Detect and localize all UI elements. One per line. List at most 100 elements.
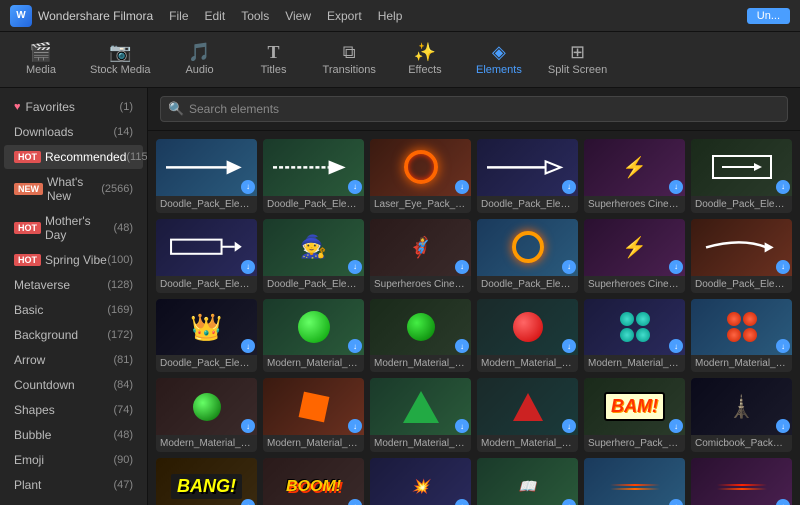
media-icon: 🎬 <box>30 43 52 61</box>
toolbar-split-screen[interactable]: ⊞ Split Screen <box>548 43 607 76</box>
grid-thumb: ↓ <box>691 458 792 505</box>
grid-item[interactable]: ↓ Modern_Material_Pack_... <box>477 299 578 373</box>
grid-thumb: ↓ <box>156 219 257 276</box>
sidebar-item-recommended[interactable]: HOT Recommended (115) <box>4 145 143 169</box>
grid-item[interactable]: BOOM! ↓ Superhero_Pack_Eleme... <box>263 458 364 505</box>
download-button[interactable]: ↓ <box>455 260 469 274</box>
download-button[interactable]: ↓ <box>348 180 362 194</box>
sidebar-item-emoji[interactable]: Emoji (90) <box>4 448 143 472</box>
grid-item[interactable]: ↓ Doodle_Pack_Element_1 <box>691 139 792 213</box>
toolbar-media[interactable]: 🎬 Media <box>16 43 66 76</box>
sidebar-item-downloads[interactable]: Downloads (14) <box>4 120 143 144</box>
countdown-label: Countdown <box>14 378 113 392</box>
grid-item[interactable]: 🗼 ↓ Comicbook_Pack_Eleme... <box>691 378 792 452</box>
download-button[interactable]: ↓ <box>348 260 362 274</box>
sidebar-item-background[interactable]: Background (172) <box>4 323 143 347</box>
download-button[interactable]: ↓ <box>669 180 683 194</box>
grid-item[interactable]: ⚡ ↓ Superheroes Cinematic ... <box>584 139 685 213</box>
grid-item[interactable]: ↓ Laser_Eye_Pack_Eleme... <box>370 139 471 213</box>
grid-thumb: ↓ <box>156 139 257 196</box>
grid-item[interactable]: ↓ Laser_Eye_Pack_Eleme... <box>584 458 685 505</box>
grid-item[interactable]: ⚡ ↓ Superheroes Cinematic ... <box>584 219 685 293</box>
grid-item[interactable]: ↓ Modern_Material_Pack_... <box>477 378 578 452</box>
grid-item[interactable]: ↓ Modern_Material_Pack_... <box>691 299 792 373</box>
sidebar-item-mothers-day[interactable]: HOT Mother's Day (48) <box>4 209 143 247</box>
download-button[interactable]: ↓ <box>241 180 255 194</box>
sidebar-item-plant[interactable]: Plant (47) <box>4 473 143 497</box>
grid-item[interactable]: ↓ Modern_Material_Pack_... <box>263 299 364 373</box>
grid-item[interactable]: 🦸 ↓ Superheroes Cinematic ... <box>370 219 471 293</box>
grid-item[interactable]: 🧙 ↓ Doodle_Pack_Element_6 <box>263 219 364 293</box>
sidebar-item-text[interactable]: Text (112) <box>4 498 143 505</box>
sidebar-item-metaverse[interactable]: Metaverse (128) <box>4 273 143 297</box>
download-button[interactable]: ↓ <box>562 260 576 274</box>
toolbar-titles[interactable]: T Titles <box>249 43 299 76</box>
bubble-count: (48) <box>113 429 133 441</box>
grid-item-label: Superheroes Cinematic ... <box>370 276 471 293</box>
menu-edit[interactable]: Edit <box>205 9 226 23</box>
mothers-day-label: Mother's Day <box>45 214 113 242</box>
sidebar-item-favorites[interactable]: ♥ Favorites (1) <box>4 95 143 119</box>
toolbar-audio[interactable]: 🎵 Audio <box>175 43 225 76</box>
menu-tools[interactable]: Tools <box>241 9 269 23</box>
downloads-label: Downloads <box>14 125 113 139</box>
grid-item[interactable]: BAM! ↓ Superhero_Pack_Eleme... <box>584 378 685 452</box>
grid-thumb: ↓ <box>691 219 792 276</box>
grid-item[interactable]: ↓ Doodle_Pack_Element_3 <box>477 139 578 213</box>
background-count: (172) <box>107 329 133 341</box>
toolbar-transitions[interactable]: ⧉ Transitions <box>323 43 376 76</box>
menu-help[interactable]: Help <box>378 9 403 23</box>
grid-item-label: Modern_Material_Pack_... <box>370 355 471 372</box>
thumb-element: BOOM! <box>263 458 364 505</box>
grid-item[interactable]: 👑 ↓ Doodle_Pack_Element_9 <box>156 299 257 373</box>
download-button[interactable]: ↓ <box>241 260 255 274</box>
grid-item[interactable]: ↓ Modern_Material_Pack_... <box>370 378 471 452</box>
download-button[interactable]: ↓ <box>669 260 683 274</box>
sidebar-item-countdown[interactable]: Countdown (84) <box>4 373 143 397</box>
thumb-element: 💥 <box>370 458 471 505</box>
sidebar-item-shapes[interactable]: Shapes (74) <box>4 398 143 422</box>
new-badge: NEW <box>14 183 43 195</box>
grid-item[interactable]: ↓ Modern_Material_Pack_... <box>370 299 471 373</box>
toolbar-effects[interactable]: ✨ Effects <box>400 43 450 76</box>
menu-file[interactable]: File <box>169 9 188 23</box>
grid-item[interactable]: BANG! ↓ Superhero_Pack_Eleme... <box>156 458 257 505</box>
whats-new-count: (2566) <box>101 183 133 195</box>
toolbar-elements[interactable]: ◈ Elements <box>474 43 524 76</box>
sidebar-item-basic[interactable]: Basic (169) <box>4 298 143 322</box>
grid-item[interactable]: ↓ Doodle_Pack_Element_4 <box>156 139 257 213</box>
audio-icon: 🎵 <box>188 43 210 61</box>
grid-item[interactable]: ↓ Modern_Material_Pack_... <box>156 378 257 452</box>
grid-item-label: Modern_Material_Pack_... <box>584 355 685 372</box>
grid-item[interactable]: ↓ Modern_Material_Pack_... <box>263 378 364 452</box>
download-button[interactable]: ↓ <box>776 180 790 194</box>
sidebar-item-bubble[interactable]: Bubble (48) <box>4 423 143 447</box>
grid-item-label: Modern_Material_Pack_... <box>691 355 792 372</box>
arrow-count: (81) <box>113 354 133 366</box>
download-button[interactable]: ↓ <box>562 180 576 194</box>
sidebar-item-arrow[interactable]: Arrow (81) <box>4 348 143 372</box>
grid-item[interactable]: ↓ Laser_Eye_Pack_Eleme... <box>691 458 792 505</box>
spring-vibe-badge: HOT <box>14 254 41 266</box>
toolbar-stock-media[interactable]: 📷 Stock Media <box>90 43 151 76</box>
emoji-label: Emoji <box>14 453 113 467</box>
grid-item[interactable]: ↓ Doodle_Pack_Element_5 <box>156 219 257 293</box>
grid-item[interactable]: ↓ Doodle_Pack_Element_8 <box>691 219 792 293</box>
grid-item[interactable]: ↓ Doodle_Pack_Element_2 <box>263 139 364 213</box>
menu-view[interactable]: View <box>285 9 311 23</box>
menu-export[interactable]: Export <box>327 9 362 23</box>
grid-item[interactable]: 💥 ↓ Comicbook_Pack_Eleme... <box>370 458 471 505</box>
grid-item-label: Superheroes Cinematic ... <box>584 276 685 293</box>
unregistered-button[interactable]: Un... <box>747 8 790 24</box>
sidebar-item-spring-vibe[interactable]: HOT Spring Vibe (100) <box>4 248 143 272</box>
menu-bar: File Edit Tools View Export Help <box>169 9 402 23</box>
grid-item[interactable]: 📖 ↓ Comicbook_Pack_Eleme... <box>477 458 578 505</box>
grid-item[interactable]: ↓ Doodle_Pack_Element_7 <box>477 219 578 293</box>
grid-item[interactable]: ↓ Modern_Material_Pack_... <box>584 299 685 373</box>
download-button[interactable]: ↓ <box>455 180 469 194</box>
metaverse-label: Metaverse <box>14 278 107 292</box>
search-input[interactable] <box>160 96 788 122</box>
sidebar-item-whats-new[interactable]: NEW What's New (2566) <box>4 170 143 208</box>
download-button[interactable]: ↓ <box>776 260 790 274</box>
effects-label: Effects <box>408 64 441 76</box>
